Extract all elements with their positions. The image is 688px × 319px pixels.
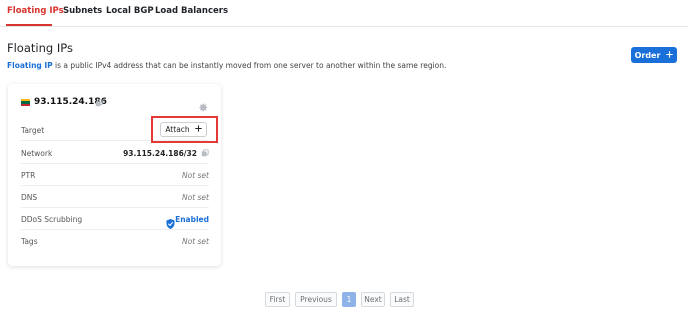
tags-value[interactable]: Not set bbox=[182, 237, 209, 246]
tab-subnets[interactable]: Subnets bbox=[63, 6, 102, 16]
copy-icon[interactable] bbox=[201, 149, 209, 157]
row-tags: Tags Not set bbox=[21, 230, 209, 252]
tab-load-balancers[interactable]: Load Balancers bbox=[155, 6, 228, 16]
target-label: Target bbox=[21, 126, 45, 135]
floating-ip-link[interactable]: Floating IP bbox=[7, 61, 53, 70]
tab-local-bgp[interactable]: Local BGP bbox=[106, 6, 154, 16]
network-label: Network bbox=[21, 149, 53, 158]
network-value: 93.115.24.186/32 bbox=[123, 149, 197, 158]
page-description: Floating IP is a public IPv4 address tha… bbox=[7, 61, 446, 70]
pagination-previous[interactable]: Previous bbox=[295, 292, 337, 307]
ddos-label: DDoS Scrubbing bbox=[21, 215, 83, 224]
row-ptr: PTR Not set bbox=[21, 164, 209, 186]
description-text: is a public IPv4 address that can be ins… bbox=[52, 61, 447, 70]
pagination-first[interactable]: First bbox=[265, 292, 290, 307]
dns-value[interactable]: Not set bbox=[182, 193, 209, 202]
row-network: Network 93.115.24.186/32 bbox=[21, 142, 209, 164]
page-title: Floating IPs bbox=[7, 41, 73, 55]
highlight-box bbox=[151, 116, 218, 143]
top-tabs: Floating IPs Subnets Local BGP Load Bala… bbox=[0, 0, 688, 27]
pagination-next[interactable]: Next bbox=[361, 292, 385, 307]
row-ddos-scrubbing: DDoS Scrubbing Enabled bbox=[21, 208, 209, 230]
pagination-page-1[interactable]: 1 bbox=[342, 292, 356, 307]
ddos-status[interactable]: Enabled bbox=[175, 215, 209, 224]
ptr-label: PTR bbox=[21, 171, 36, 180]
active-tab-indicator bbox=[6, 24, 52, 26]
dns-label: DNS bbox=[21, 193, 38, 202]
order-button-label: Order bbox=[634, 50, 661, 60]
plus-icon bbox=[666, 50, 674, 60]
pagination: First Previous 1 Next Last bbox=[265, 292, 414, 307]
tab-floating-ips[interactable]: Floating IPs bbox=[7, 6, 64, 16]
lithuania-flag-icon bbox=[21, 99, 30, 106]
row-dns: DNS Not set bbox=[21, 186, 209, 208]
ptr-value[interactable]: Not set bbox=[182, 171, 209, 180]
floating-ip-card: 93.115.24.186 Target Attach Network 93.1… bbox=[8, 84, 221, 266]
shield-check-icon bbox=[166, 214, 175, 229]
order-button[interactable]: Order bbox=[631, 47, 677, 63]
tags-label: Tags bbox=[21, 237, 38, 246]
gear-icon[interactable] bbox=[199, 97, 208, 112]
pagination-last[interactable]: Last bbox=[390, 292, 414, 307]
copy-icon[interactable] bbox=[95, 99, 103, 107]
